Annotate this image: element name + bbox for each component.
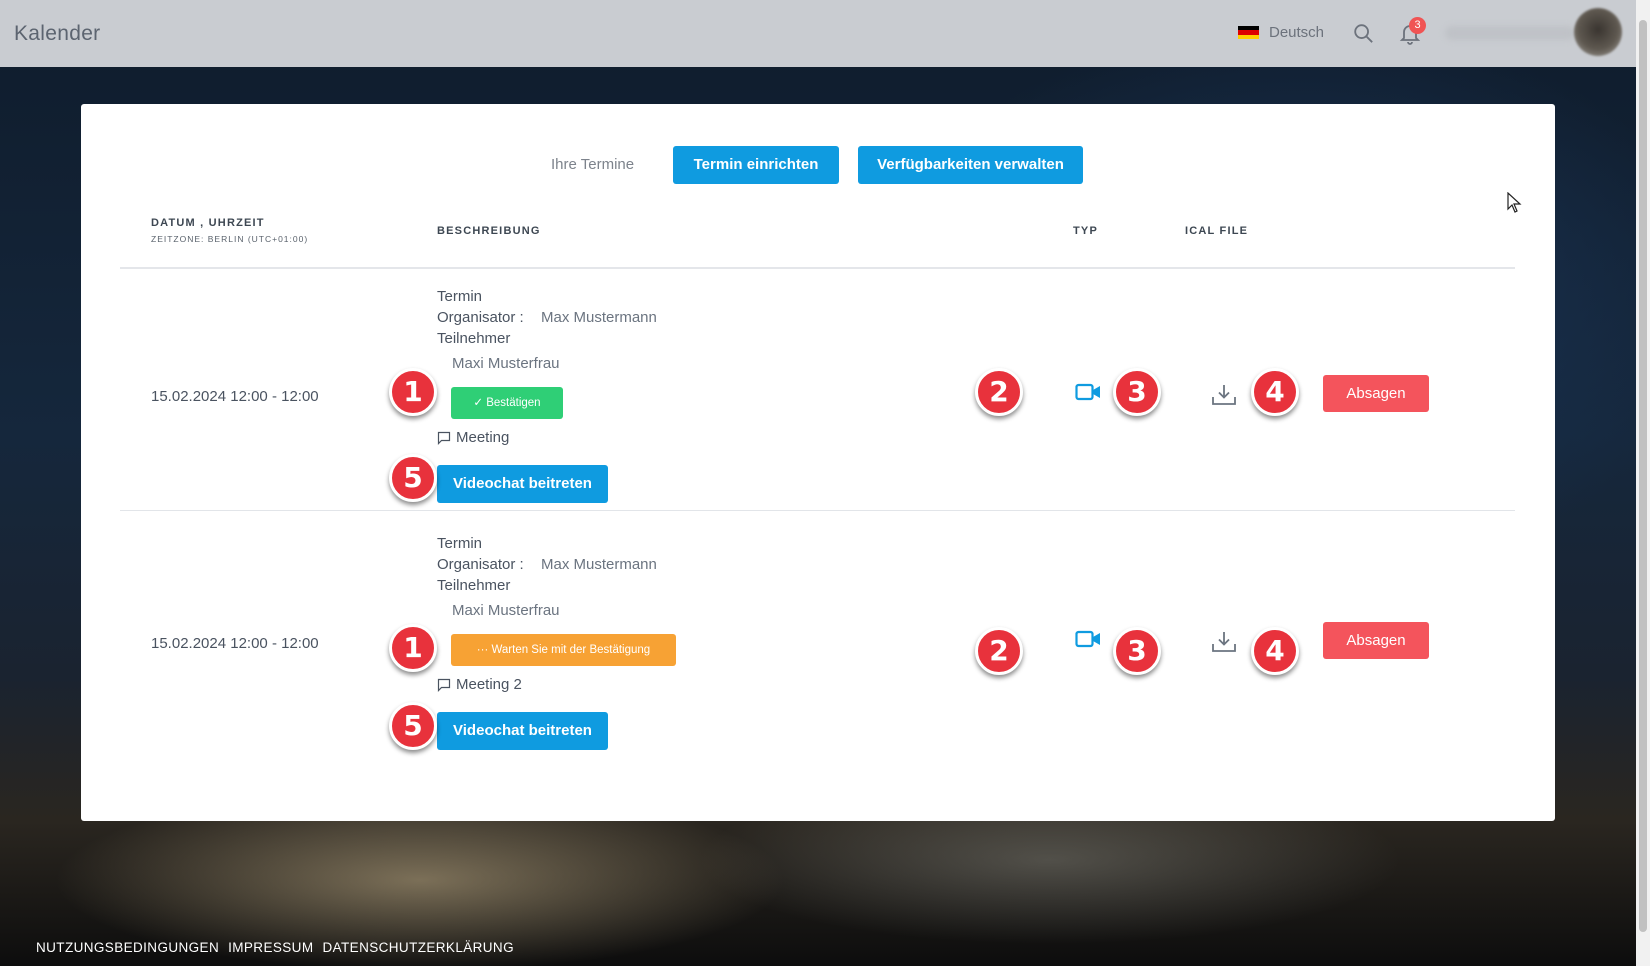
download-icon[interactable] [1211, 384, 1237, 406]
description-text: Meeting [456, 429, 510, 446]
notification-badge: 3 [1409, 17, 1426, 34]
annotation-marker-4: 4 [1251, 368, 1299, 416]
annotation-marker-3: 3 [1113, 368, 1161, 416]
status-badge-pending[interactable]: ··· Warten Sie mit der Bestätigung [451, 634, 676, 666]
organizer-name: Max Mustermann [541, 309, 657, 326]
row-title: Termin [437, 535, 483, 552]
annotation-marker-2: 2 [975, 368, 1023, 416]
column-header-ical: ICAL FILE [1185, 225, 1249, 237]
column-header-timezone: ZEITZONE: BERLIN (UTC+01:00) [151, 234, 309, 244]
footer-link-terms[interactable]: NUTZUNGSBEDINGUNGEN [36, 940, 219, 955]
status-badge-confirmed[interactable]: ✓ Bestätigen [451, 387, 563, 419]
organizer-label: Organisator : [437, 556, 524, 573]
calendar-card: Ihre Termine Termin einrichten Verfügbar… [81, 104, 1555, 821]
participants-label: Teilnehmer [437, 577, 511, 594]
annotation-marker-5: 5 [389, 702, 437, 750]
top-bar: Kalender Deutsch 3 [0, 0, 1636, 67]
manage-availability-button[interactable]: Verfügbarkeiten verwalten [858, 146, 1083, 184]
language-label: Deutsch [1269, 24, 1325, 41]
organizer-label: Organisator : [437, 309, 524, 326]
annotation-marker-1: 1 [389, 624, 437, 672]
avatar[interactable] [1574, 8, 1622, 56]
mouse-cursor-icon [1507, 192, 1522, 213]
scrollbar[interactable] [1636, 0, 1650, 966]
participant-name: Maxi Musterfrau [452, 602, 560, 619]
description-text: Meeting 2 [456, 676, 522, 693]
annotation-marker-4: 4 [1251, 627, 1299, 675]
header-divider [120, 267, 1515, 269]
search-icon[interactable] [1352, 22, 1374, 44]
tab-your-appointments[interactable]: Ihre Termine [551, 156, 634, 173]
row-datetime: 15.02.2024 12:00 - 12:00 [151, 388, 319, 405]
cancel-button[interactable]: Absagen [1323, 375, 1429, 412]
join-videochat-button[interactable]: Videochat beitreten [437, 465, 608, 503]
footer-link-privacy[interactable]: DATENSCHUTZERKLÄRUNG [322, 940, 514, 955]
app-title: Kalender [14, 22, 101, 45]
cancel-button[interactable]: Absagen [1323, 622, 1429, 659]
footer-link-imprint[interactable]: IMPRESSUM [228, 940, 313, 955]
user-name[interactable] [1445, 26, 1575, 40]
participant-name: Maxi Musterfrau [452, 355, 560, 372]
language-selector[interactable]: Deutsch [1238, 24, 1324, 41]
column-header-description: BESCHREIBUNG [437, 225, 541, 237]
participants-label: Teilnehmer [437, 330, 511, 347]
video-camera-icon [1075, 383, 1100, 401]
speech-bubble-icon [437, 678, 451, 692]
speech-bubble-icon [437, 431, 451, 445]
column-header-datetime: DATUM , UHRZEIT [151, 217, 265, 229]
join-videochat-button[interactable]: Videochat beitreten [437, 712, 608, 750]
row-datetime: 15.02.2024 12:00 - 12:00 [151, 635, 319, 652]
footer: NUTZUNGSBEDINGUNGEN IMPRESSUM DATENSCHUT… [36, 940, 514, 955]
annotation-marker-1: 1 [389, 368, 437, 416]
download-icon[interactable] [1211, 631, 1237, 653]
video-camera-icon [1075, 630, 1100, 648]
scrollbar-thumb[interactable] [1639, 20, 1647, 932]
column-header-type: TYP [1073, 225, 1098, 237]
organizer-name: Max Mustermann [541, 556, 657, 573]
row-description: Meeting 2 [437, 676, 522, 693]
flag-de-icon [1238, 25, 1259, 40]
row-description: Meeting [437, 429, 509, 446]
annotation-marker-5: 5 [389, 454, 437, 502]
setup-appointment-button[interactable]: Termin einrichten [673, 146, 839, 184]
annotation-marker-2: 2 [975, 627, 1023, 675]
row-divider [120, 510, 1515, 511]
annotation-marker-3: 3 [1113, 627, 1161, 675]
row-title: Termin [437, 288, 483, 305]
